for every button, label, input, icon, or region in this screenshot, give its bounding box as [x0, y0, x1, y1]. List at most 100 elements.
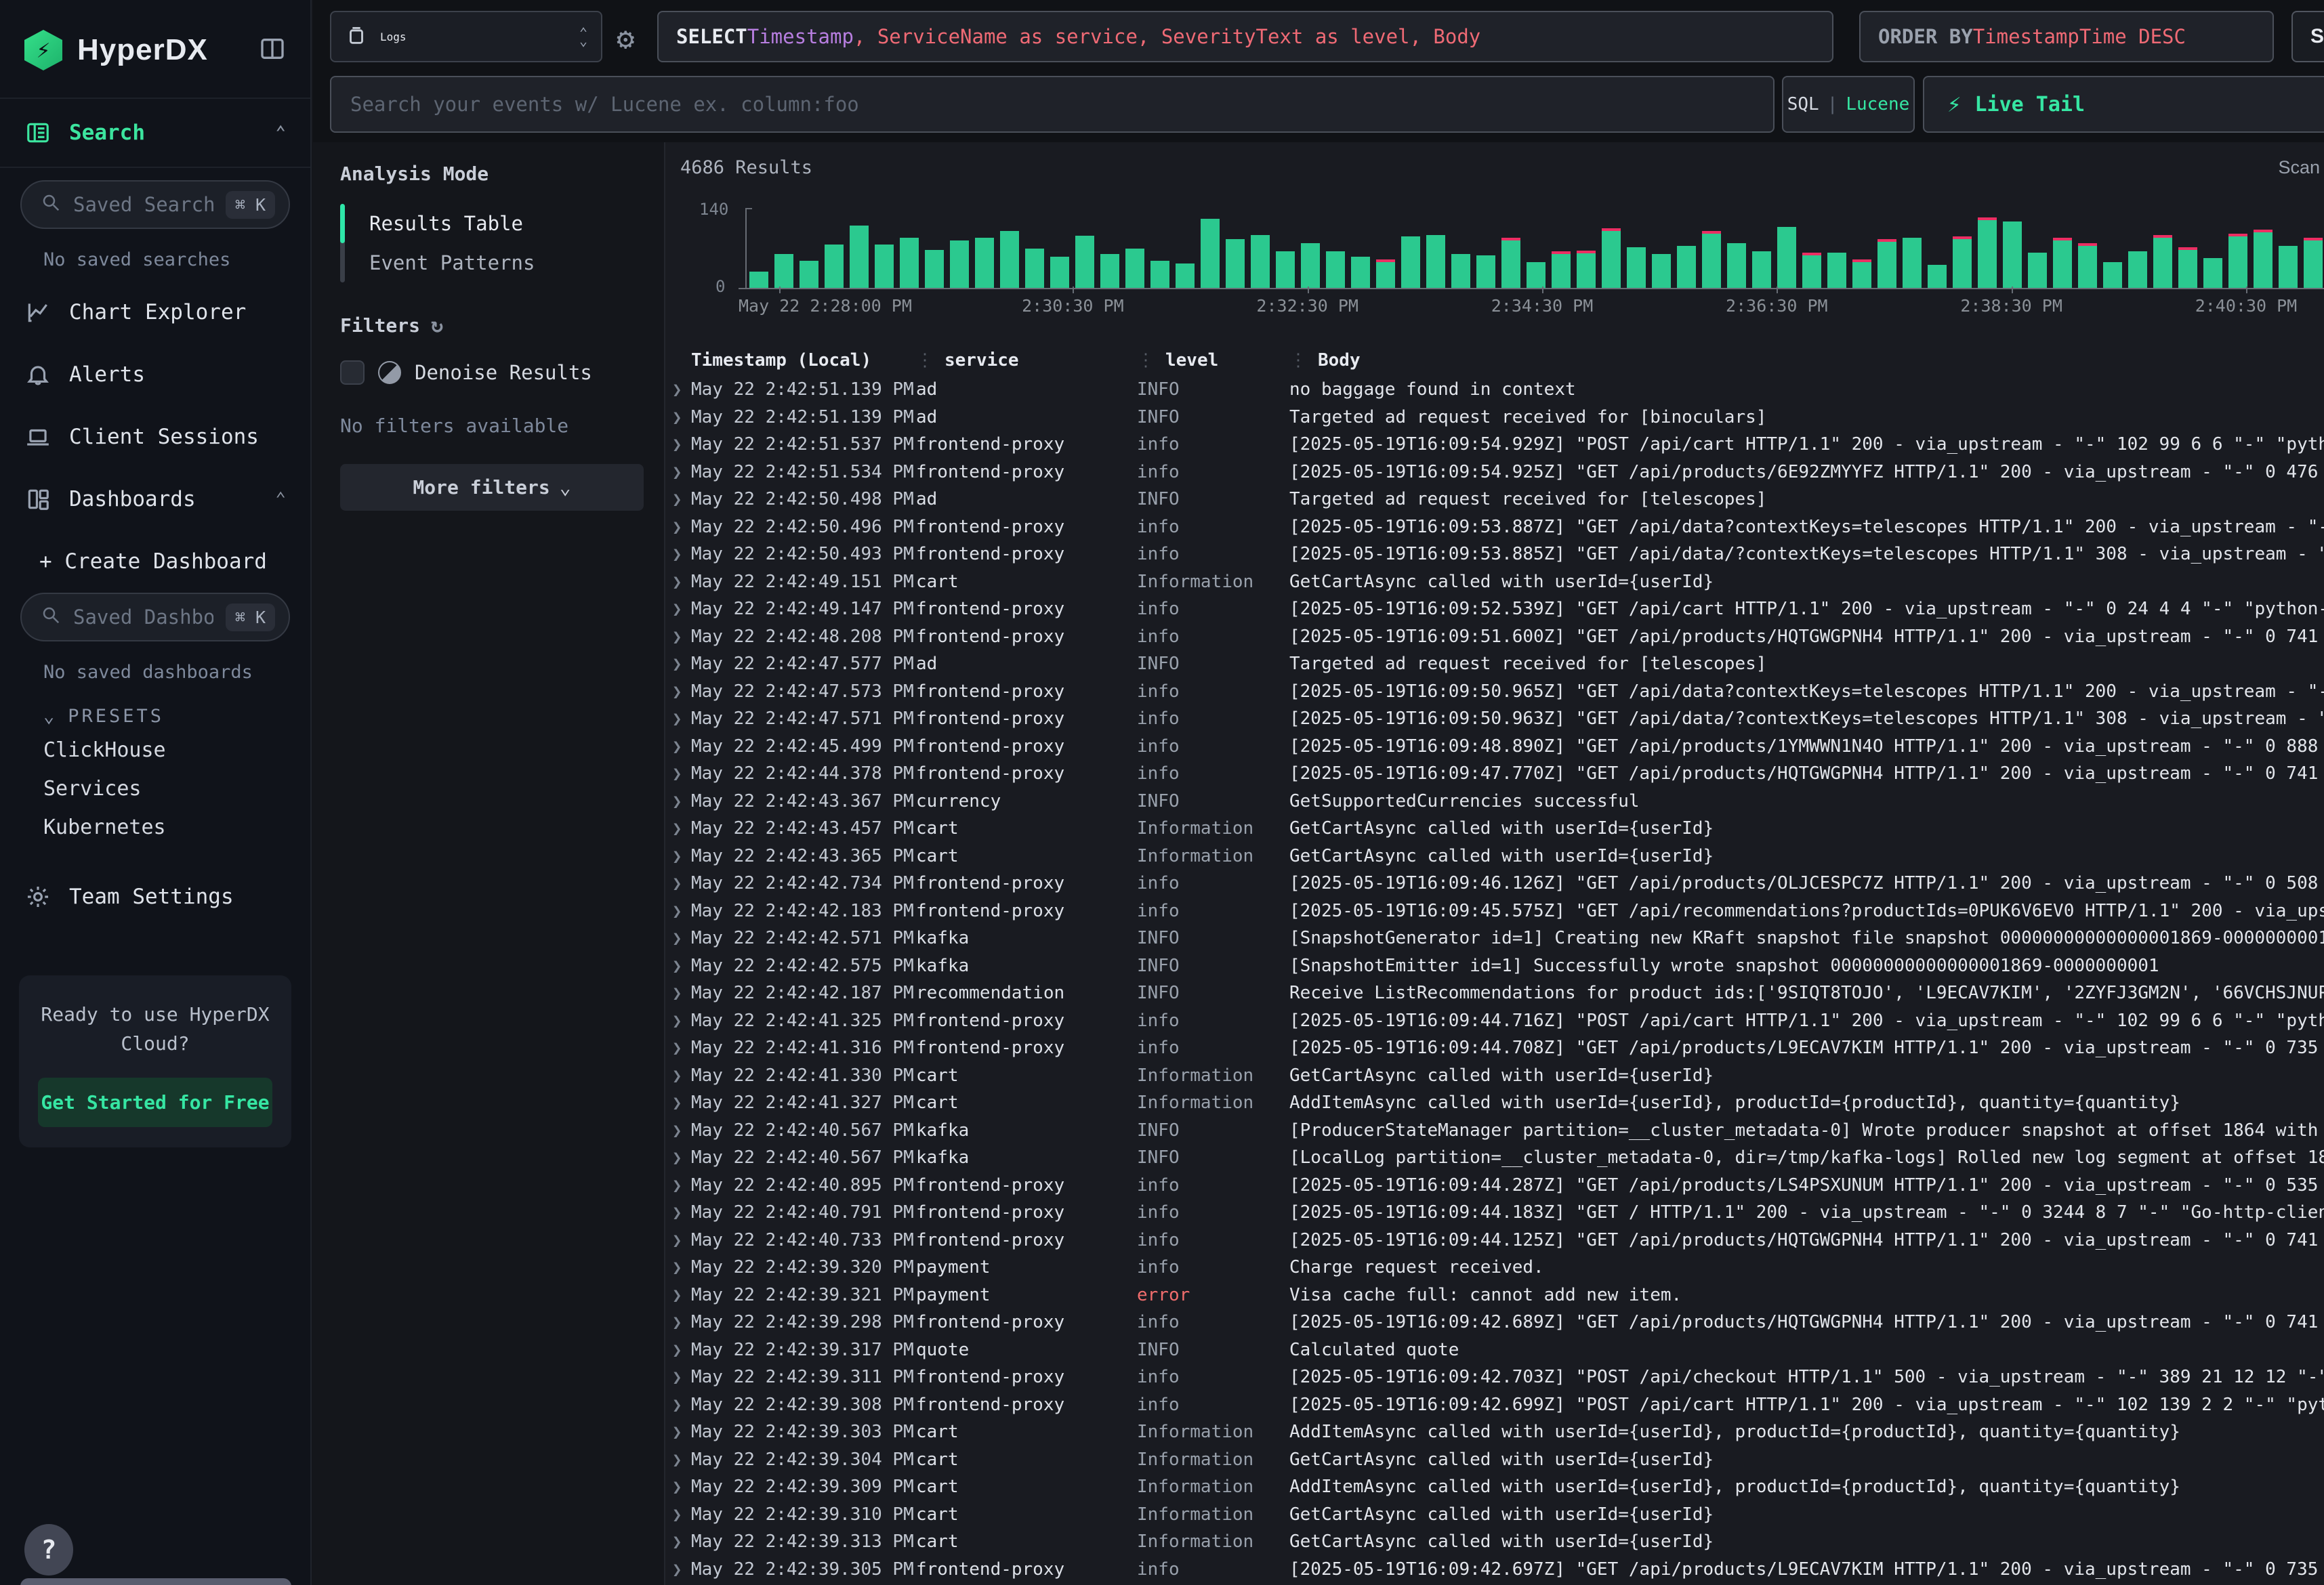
analysis-mode-results-table[interactable]: Results Table: [345, 204, 535, 243]
table-row[interactable]: ❯May 22 2:42:49.147 PMfrontend-proxyinfo…: [665, 595, 2324, 623]
histogram-bar[interactable]: [1602, 228, 1621, 288]
histogram-bar[interactable]: [1777, 227, 1796, 288]
expand-chevron-icon[interactable]: ❯: [665, 1007, 691, 1035]
histogram-bar[interactable]: [925, 250, 944, 288]
search-input[interactable]: Search your events w/ Lucene ex. column:…: [330, 76, 1775, 133]
expand-chevron-icon[interactable]: ❯: [665, 1364, 691, 1391]
expand-chevron-icon[interactable]: ❯: [665, 1062, 691, 1090]
analysis-mode-event-patterns[interactable]: Event Patterns: [345, 243, 535, 282]
histogram-bar[interactable]: [1877, 239, 1896, 288]
expand-chevron-icon[interactable]: ❯: [665, 1089, 691, 1117]
expand-chevron-icon[interactable]: ❯: [665, 650, 691, 678]
histogram-bar[interactable]: [850, 226, 869, 288]
source-settings-gear-icon[interactable]: ⚙: [617, 22, 635, 56]
histogram-bar[interactable]: [1326, 251, 1345, 288]
histogram-bar[interactable]: [2304, 238, 2323, 288]
histogram-bar[interactable]: [1852, 259, 1871, 288]
source-select[interactable]: Logs ⌃⌄: [330, 11, 602, 62]
expand-chevron-icon[interactable]: ❯: [665, 1309, 691, 1336]
denoise-results-toggle[interactable]: Denoise Results: [340, 360, 644, 385]
histogram-bar[interactable]: [1025, 249, 1044, 288]
histogram-bar[interactable]: [2254, 230, 2273, 288]
table-row[interactable]: ❯May 22 2:42:43.367 PMcurrencyINFOGetSup…: [665, 788, 2324, 816]
expand-chevron-icon[interactable]: ❯: [665, 1034, 691, 1062]
sidebar-item-alerts[interactable]: Alerts: [0, 343, 310, 406]
get-started-button[interactable]: Get Started for Free: [38, 1078, 272, 1127]
refresh-icon[interactable]: ↻: [431, 314, 443, 337]
table-row[interactable]: ❯May 22 2:42:42.183 PMfrontend-proxyinfo…: [665, 897, 2324, 925]
col-header-level[interactable]: level: [1137, 345, 1289, 376]
expand-chevron-icon[interactable]: ❯: [665, 1446, 691, 1474]
sidebar-item-search[interactable]: Search ⌃: [0, 98, 310, 168]
histogram-bar[interactable]: [875, 245, 894, 288]
table-row[interactable]: ❯May 22 2:42:48.208 PMfrontend-proxyinfo…: [665, 623, 2324, 651]
table-row[interactable]: ❯May 22 2:42:39.309 PMcartInformationAdd…: [665, 1473, 2324, 1501]
query-language-toggle[interactable]: SQL | Lucene: [1782, 76, 1915, 133]
histogram-bar[interactable]: [975, 238, 994, 288]
histogram-bar[interactable]: [1827, 253, 1846, 288]
histogram-bar[interactable]: [1652, 254, 1671, 288]
save-button[interactable]: Sa: [2291, 11, 2324, 62]
histogram-bar[interactable]: [1176, 263, 1195, 288]
table-row[interactable]: ❯May 22 2:42:40.791 PMfrontend-proxyinfo…: [665, 1199, 2324, 1227]
mode-lucene[interactable]: Lucene: [1846, 94, 1909, 114]
table-row[interactable]: ❯May 22 2:42:49.151 PMcartInformationGet…: [665, 568, 2324, 596]
expand-chevron-icon[interactable]: ❯: [665, 705, 691, 733]
more-filters-button[interactable]: More filters⌄: [340, 464, 644, 511]
saved-dashboards-input[interactable]: Saved Dashboards ⌘ K: [20, 593, 290, 641]
expand-chevron-icon[interactable]: ❯: [665, 568, 691, 596]
expand-chevron-icon[interactable]: ❯: [665, 459, 691, 486]
expand-chevron-icon[interactable]: ❯: [665, 897, 691, 925]
sidebar-item-dashboards[interactable]: Dashboards ⌃: [0, 468, 310, 530]
table-row[interactable]: ❯May 22 2:42:51.139 PMadINFOno baggage f…: [665, 376, 2324, 404]
table-row[interactable]: ❯May 22 2:42:39.313 PMcartInformationGet…: [665, 1528, 2324, 1556]
live-tail-button[interactable]: ⚡ Live Tail: [1923, 76, 2324, 133]
histogram-bar[interactable]: [1953, 236, 1972, 288]
table-row[interactable]: ❯May 22 2:42:39.320 PMpaymentinfoCharge …: [665, 1254, 2324, 1282]
expand-chevron-icon[interactable]: ❯: [665, 815, 691, 843]
histogram-bar[interactable]: [1752, 251, 1771, 288]
expand-chevron-icon[interactable]: ❯: [665, 1282, 691, 1309]
histogram-bar[interactable]: [1476, 255, 1495, 288]
table-row[interactable]: ❯May 22 2:42:40.567 PMkafkaINFO[LocalLog…: [665, 1144, 2324, 1172]
table-row[interactable]: ❯May 22 2:42:39.303 PMcartInformationAdd…: [665, 1418, 2324, 1446]
mode-sql[interactable]: SQL: [1787, 94, 1819, 114]
table-row[interactable]: ❯May 22 2:42:42.575 PMkafkaINFO[Snapshot…: [665, 952, 2324, 980]
table-row[interactable]: ❯May 22 2:42:44.378 PMfrontend-proxyinfo…: [665, 760, 2324, 788]
table-row[interactable]: ❯May 22 2:42:42.571 PMkafkaINFO[Snapshot…: [665, 925, 2324, 952]
expand-chevron-icon[interactable]: ❯: [665, 925, 691, 952]
table-row[interactable]: ❯May 22 2:42:43.457 PMcartInformationGet…: [665, 815, 2324, 843]
expand-chevron-icon[interactable]: ❯: [665, 376, 691, 404]
help-button[interactable]: ?: [24, 1524, 73, 1576]
histogram-bar[interactable]: [950, 240, 969, 288]
histogram-bar[interactable]: [1978, 217, 1997, 288]
expand-chevron-icon[interactable]: ❯: [665, 979, 691, 1007]
histogram-bar[interactable]: [1050, 257, 1069, 288]
histogram-bar[interactable]: [2153, 235, 2172, 288]
histogram-bar[interactable]: [900, 238, 919, 288]
histogram-bar[interactable]: [1426, 235, 1445, 288]
histogram-bar[interactable]: [1802, 253, 1821, 288]
histogram-bar[interactable]: [1501, 238, 1520, 288]
expand-chevron-icon[interactable]: ❯: [665, 843, 691, 870]
expand-chevron-icon[interactable]: ❯: [665, 678, 691, 706]
table-row[interactable]: ❯May 22 2:42:39.321 PMpaymenterrorVisa c…: [665, 1282, 2324, 1309]
table-row[interactable]: ❯May 22 2:42:39.310 PMcartInformationGet…: [665, 1501, 2324, 1529]
histogram-bar[interactable]: [1075, 236, 1094, 288]
expand-chevron-icon[interactable]: ❯: [665, 870, 691, 897]
chevron-up-icon[interactable]: ⌃: [275, 489, 286, 509]
histogram-bar[interactable]: [2279, 246, 2298, 288]
histogram-bar[interactable]: [800, 261, 818, 288]
expand-chevron-icon[interactable]: ❯: [665, 1336, 691, 1364]
expand-chevron-icon[interactable]: ❯: [665, 431, 691, 459]
histogram-bar[interactable]: [1376, 259, 1395, 288]
table-row[interactable]: ❯May 22 2:42:51.139 PMadINFOTargeted ad …: [665, 404, 2324, 431]
col-header-body[interactable]: Body: [1289, 345, 2324, 376]
table-row[interactable]: ❯May 22 2:42:41.327 PMcartInformationAdd…: [665, 1089, 2324, 1117]
presets-toggle[interactable]: ⌄ PRESETS: [0, 694, 310, 731]
expand-chevron-icon[interactable]: ❯: [665, 952, 691, 980]
histogram-bar[interactable]: [2103, 262, 2122, 288]
table-row[interactable]: ❯May 22 2:42:40.895 PMfrontend-proxyinfo…: [665, 1172, 2324, 1200]
expand-chevron-icon[interactable]: ❯: [665, 541, 691, 568]
expand-chevron-icon[interactable]: ❯: [665, 788, 691, 816]
